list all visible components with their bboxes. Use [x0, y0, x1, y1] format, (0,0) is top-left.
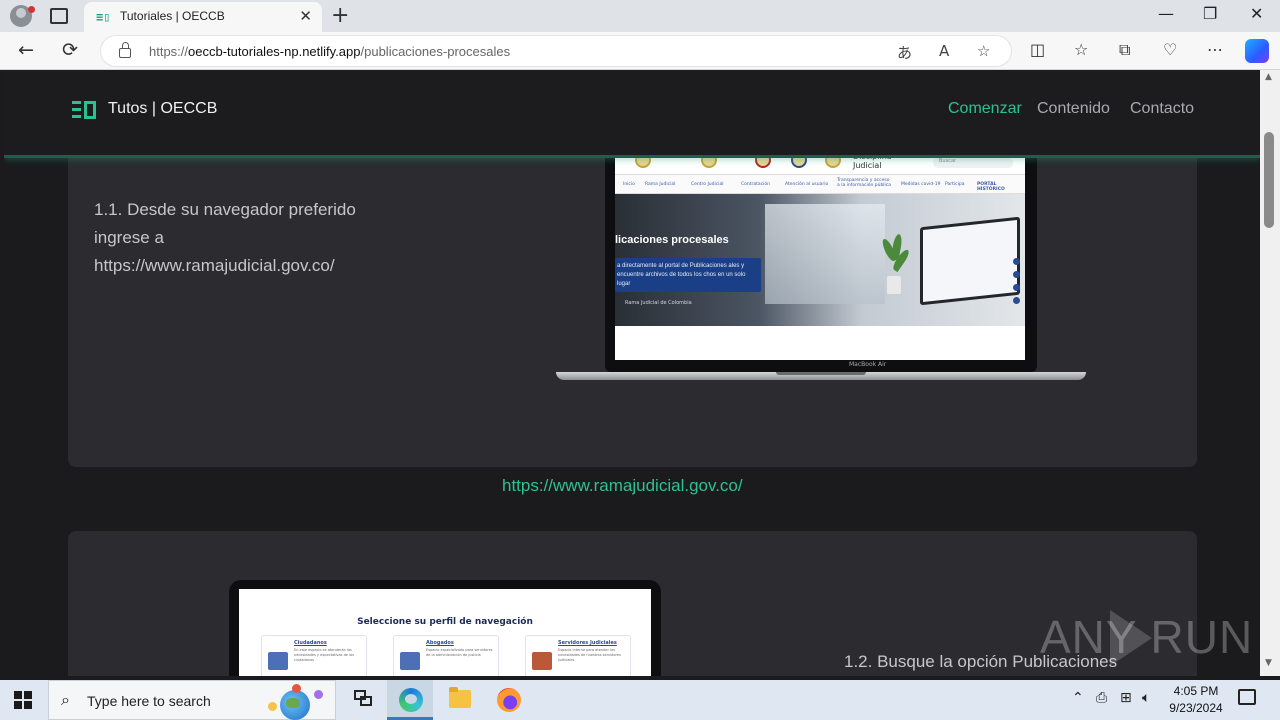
nav-content[interactable]: Contenido: [1037, 100, 1110, 118]
collections-icon[interactable]: ⧉: [1119, 40, 1130, 60]
lock-icon[interactable]: [119, 42, 131, 58]
refresh-icon[interactable]: ⟳: [62, 39, 78, 61]
nav-start[interactable]: Comenzar: [948, 100, 1022, 118]
brand-title[interactable]: Tutos | OECCB: [108, 100, 217, 118]
device-icon[interactable]: ⎙: [1096, 690, 1107, 706]
browser-tab-bar: ≡▯ Tutoriales | OECCB ✕ + — ❐ ✕: [0, 0, 1280, 32]
profile-card: Abogados Espacio especializado para serv…: [393, 635, 499, 676]
profile-notification-dot: [28, 6, 35, 13]
laptop-icon: [920, 216, 1020, 306]
page-scrollbar[interactable]: ▲ ▼: [1260, 70, 1280, 676]
logo-icon: [72, 101, 96, 119]
new-tab-button[interactable]: +: [331, 3, 349, 28]
search-highlight-icon[interactable]: [262, 684, 326, 720]
laptop-screen-content: DisciplinaJudicial Buscar Inicio Rama Ju…: [615, 150, 1025, 360]
taskbar-clock[interactable]: 4:05 PM 9/23/2024: [1160, 683, 1232, 717]
search-icon: ⌕: [61, 690, 70, 709]
judicial-staff-icon: [532, 652, 552, 670]
step-1-line-3: https://www.ramajudicial.gov.co/: [94, 256, 335, 275]
site-header: Tutos | OECCB Comenzar Contenido Contact…: [4, 70, 1260, 158]
address-bar[interactable]: https://oeccb-tutoriales-np.netlify.app/…: [100, 35, 1012, 67]
lawyer-icon: [400, 652, 420, 670]
tab-actions-icon[interactable]: [50, 8, 68, 24]
clock-time: 4:05 PM: [1173, 684, 1219, 698]
plant-icon: [880, 233, 912, 294]
copilot-icon[interactable]: [1245, 39, 1269, 63]
citizen-icon: [268, 652, 288, 670]
mock-search: Buscar: [933, 158, 1013, 168]
translate-icon[interactable]: あ: [897, 42, 912, 63]
clock-date: 9/23/2024: [1169, 701, 1223, 715]
edge-icon[interactable]: [399, 688, 423, 712]
window-close-icon[interactable]: ✕: [1250, 4, 1263, 23]
nav-contact[interactable]: Contacto: [1130, 100, 1194, 118]
file-explorer-icon[interactable]: [449, 687, 471, 708]
settings-more-icon[interactable]: ⋯: [1207, 40, 1223, 59]
read-aloud-icon[interactable]: A: [939, 42, 949, 60]
profile-card: Servidores Judiciales Espacio interno pa…: [525, 635, 631, 676]
favorites-icon[interactable]: ☆: [1074, 40, 1088, 59]
show-hidden-icons-icon[interactable]: ⌃: [1072, 690, 1084, 706]
web-page: Tutos | OECCB Comenzar Contenido Contact…: [4, 70, 1260, 676]
laptop-screen-content: Seleccione su perfil de navegación Ciuda…: [239, 589, 651, 676]
laptop-screenshot-2: Seleccione su perfil de navegación Ciuda…: [229, 580, 661, 676]
laptop-screenshot-1: DisciplinaJudicial Buscar Inicio Rama Ju…: [556, 150, 1086, 386]
browser-toolbar: ← ⟳ https://oeccb-tutoriales-np.netlify.…: [0, 32, 1280, 70]
minimize-icon[interactable]: —: [1158, 4, 1174, 23]
favorite-star-icon[interactable]: ☆: [977, 42, 990, 60]
restore-icon[interactable]: ❐: [1203, 4, 1217, 23]
windows-taskbar: ⌕ Type here to search: [0, 680, 1280, 720]
volume-icon[interactable]: 🔈︎: [1142, 690, 1150, 706]
firefox-icon[interactable]: [497, 688, 521, 712]
tab-favicon-icon: ≡▯: [96, 10, 111, 24]
windows-start-icon[interactable]: [14, 691, 32, 709]
mock-hero: licaciones procesales a directamente al …: [615, 194, 1025, 326]
tab-close-icon[interactable]: ✕: [299, 7, 312, 25]
scroll-thumb[interactable]: [1264, 132, 1274, 228]
task-view-icon[interactable]: [350, 688, 376, 712]
notifications-icon[interactable]: [1238, 689, 1256, 705]
step-1-line-1: 1.1. Desde su navegador preferido: [94, 200, 356, 219]
ramajudicial-link[interactable]: https://www.ramajudicial.gov.co/: [502, 476, 743, 496]
step-1-instructions: 1.1. Desde su navegador preferido ingres…: [94, 196, 356, 280]
step-1-line-2: ingrese a: [94, 228, 164, 247]
taskbar-search-placeholder: Type here to search: [87, 693, 211, 709]
tab-title: Tutoriales | OECCB: [120, 9, 225, 23]
watermark: ANY RUN: [1040, 611, 1254, 663]
scroll-up-icon[interactable]: ▲: [1265, 72, 1272, 82]
split-screen-icon[interactable]: ◫: [1030, 40, 1045, 59]
scroll-down-icon[interactable]: ▼: [1265, 658, 1272, 668]
network-icon[interactable]: ⊞: [1120, 690, 1132, 706]
mock-nav: Inicio Rama Judicial Centro Judicial Con…: [615, 174, 1025, 194]
profile-card: Ciudadanos En este espacio se atenderán …: [261, 635, 367, 676]
back-icon[interactable]: ←: [18, 39, 34, 61]
active-tab[interactable]: ≡▯ Tutoriales | OECCB ✕: [84, 2, 322, 32]
url-text[interactable]: https://oeccb-tutoriales-np.netlify.app/…: [149, 44, 510, 59]
browser-essentials-icon[interactable]: ♡: [1163, 40, 1177, 59]
